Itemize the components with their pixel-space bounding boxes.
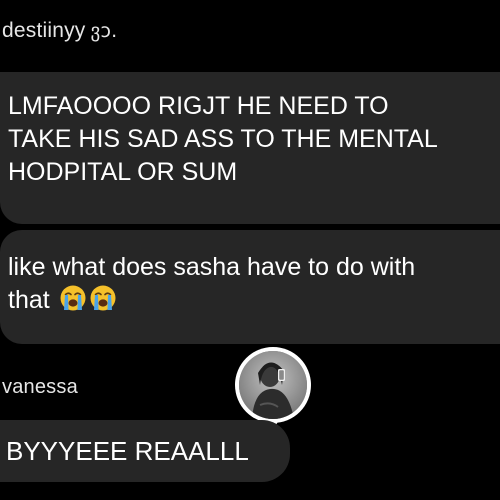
message-text-line: LMFAOOOO RIGJT HE NEED TO xyxy=(8,92,389,120)
sender-username: destiinyy xyxy=(2,19,86,42)
message-text-line: that xyxy=(8,284,500,317)
loudly-crying-face-icon xyxy=(89,284,117,312)
avatar[interactable] xyxy=(230,345,316,431)
message-text-fragment: that xyxy=(8,286,50,314)
loudly-crying-face-icon xyxy=(59,284,87,312)
message-bubble[interactable]: like what does sasha have to do with tha… xyxy=(0,230,500,344)
message-bubble[interactable]: LMFAOOOO RIGJT HE NEED TO TAKE HIS SAD A… xyxy=(0,72,500,224)
message-text-line: BYYYEEE REAALLL xyxy=(6,436,249,466)
message-text-line: like what does sasha have to do with xyxy=(8,253,416,281)
message-bubble[interactable]: BYYYEEE REAALLL xyxy=(0,420,290,482)
message-text-line: HODPITAL OR SUM xyxy=(8,158,238,186)
message-text-line: TAKE HIS SAD ASS TO THE MENTAL xyxy=(8,125,438,153)
sender-name-destiinyy: destiinyy ვɔ. xyxy=(2,19,117,43)
sender-username-suffix: ვɔ. xyxy=(90,20,118,42)
sender-name-vanessa: vanessa xyxy=(2,376,78,398)
